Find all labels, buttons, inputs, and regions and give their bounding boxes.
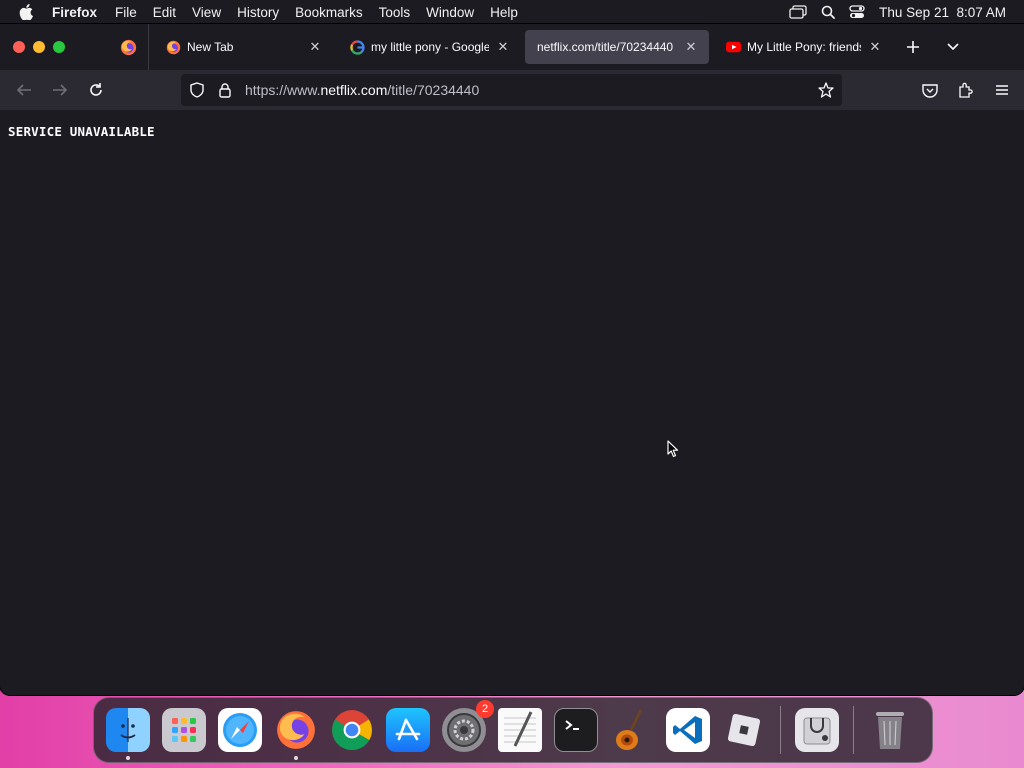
- dock-garageband[interactable]: [606, 702, 658, 758]
- spotlight-search-icon[interactable]: [821, 5, 836, 19]
- tracking-protection-shield-icon[interactable]: [183, 82, 211, 98]
- menu-history[interactable]: History: [229, 5, 287, 20]
- maximize-window-button[interactable]: [53, 41, 65, 53]
- app-store-icon: [386, 708, 430, 752]
- menu-edit[interactable]: Edit: [145, 5, 184, 20]
- dock: 2: [93, 697, 933, 763]
- disk-utility-stethoscope-icon: [795, 708, 839, 752]
- pocket-icon: [922, 83, 938, 98]
- dock-vscode[interactable]: [662, 702, 714, 758]
- firefox-icon: [274, 708, 318, 752]
- address-bar[interactable]: https://www.netflix.com/title/70234440: [181, 74, 842, 106]
- dock-separator: [780, 706, 781, 754]
- browser-window: New Tab ✕ my little pony - Google Search…: [0, 24, 1024, 695]
- page-content: SERVICE UNAVAILABLE: [0, 110, 1024, 695]
- tab-netflix-active[interactable]: netflix.com/title/70234440 ✕: [525, 30, 709, 64]
- tab-google-search[interactable]: my little pony - Google Search ✕: [337, 30, 521, 64]
- tab-title: My Little Pony: friendship: [747, 40, 861, 54]
- dock-terminal[interactable]: [550, 702, 602, 758]
- menubar-clock[interactable]: Thu Sep 21 8:07 AM: [879, 5, 1006, 20]
- roblox-icon: [722, 708, 766, 752]
- dock-textedit[interactable]: [494, 702, 546, 758]
- safari-compass-icon: [218, 708, 262, 752]
- close-window-button[interactable]: [13, 41, 25, 53]
- textedit-icon: [498, 708, 542, 752]
- google-icon: [349, 39, 365, 55]
- list-all-tabs-button[interactable]: [933, 42, 973, 52]
- close-tab-icon[interactable]: ✕: [683, 39, 699, 55]
- dock-chrome[interactable]: [326, 702, 378, 758]
- menu-file[interactable]: File: [107, 5, 145, 20]
- vscode-icon: [666, 708, 710, 752]
- menu-app-name[interactable]: Firefox: [52, 5, 107, 20]
- screen-mirroring-icon[interactable]: [789, 5, 807, 19]
- youtube-icon: [725, 39, 741, 55]
- terminal-icon: [554, 708, 598, 752]
- close-tab-icon[interactable]: ✕: [867, 39, 883, 55]
- pocket-button[interactable]: [914, 74, 946, 106]
- dock-app-store[interactable]: [382, 702, 434, 758]
- mouse-cursor-icon: [667, 440, 679, 458]
- guitar-icon: [610, 708, 654, 752]
- menu-window[interactable]: Window: [418, 5, 482, 20]
- navigation-toolbar: https://www.netflix.com/title/70234440: [0, 70, 1024, 110]
- tab-title: New Tab: [187, 40, 234, 54]
- puzzle-piece-icon: [959, 82, 973, 98]
- back-arrow-icon: [16, 84, 31, 96]
- finder-icon: [106, 708, 150, 752]
- url-path: /title/70234440: [387, 82, 480, 98]
- menu-bookmarks[interactable]: Bookmarks: [287, 5, 371, 20]
- dock-separator: [853, 706, 854, 754]
- trash-icon: [868, 708, 912, 752]
- dock-safari[interactable]: [214, 702, 266, 758]
- bookmark-star-icon[interactable]: [810, 82, 842, 98]
- back-button[interactable]: [6, 74, 42, 106]
- notification-badge: 2: [476, 700, 494, 718]
- url-domain: netflix.com: [320, 82, 388, 98]
- dock-roblox[interactable]: [718, 702, 770, 758]
- dock-finder[interactable]: [102, 702, 154, 760]
- window-controls: [0, 41, 108, 53]
- close-tab-icon[interactable]: ✕: [495, 39, 511, 55]
- error-message: SERVICE UNAVAILABLE: [8, 124, 155, 139]
- tab-strip: New Tab ✕ my little pony - Google Search…: [0, 24, 1024, 70]
- tab-new-tab[interactable]: New Tab ✕: [153, 30, 333, 64]
- url-text[interactable]: https://www.netflix.com/title/70234440: [245, 82, 479, 98]
- menu-tools[interactable]: Tools: [371, 5, 419, 20]
- launchpad-icon: [162, 708, 206, 752]
- apple-menu-icon[interactable]: [0, 4, 52, 20]
- menu-help[interactable]: Help: [482, 5, 526, 20]
- lock-icon[interactable]: [211, 82, 239, 98]
- tab-title: my little pony - Google Search: [371, 40, 489, 54]
- control-center-icon[interactable]: [849, 5, 865, 19]
- firefox-icon: [165, 39, 181, 55]
- reload-button[interactable]: [78, 74, 114, 106]
- url-prefix: https://www.: [245, 82, 321, 98]
- hamburger-menu-icon: [996, 85, 1008, 95]
- reload-icon: [90, 83, 102, 96]
- tab-title: netflix.com/title/70234440: [537, 40, 674, 54]
- forward-arrow-icon: [53, 84, 68, 96]
- pinned-tab-firefox[interactable]: [108, 24, 148, 70]
- dock-firefox[interactable]: [270, 702, 322, 760]
- firefox-icon: [120, 39, 136, 55]
- menu-bar: Firefox File Edit View History Bookmarks…: [0, 0, 1024, 24]
- chrome-icon: [330, 708, 374, 752]
- dock-launchpad[interactable]: [158, 702, 210, 758]
- close-tab-icon[interactable]: ✕: [307, 39, 323, 55]
- plus-icon: [907, 41, 919, 53]
- forward-button[interactable]: [42, 74, 78, 106]
- menu-view[interactable]: View: [184, 5, 229, 20]
- tab-youtube[interactable]: My Little Pony: friendship ✕: [713, 30, 893, 64]
- dock-disk-utility[interactable]: [791, 702, 843, 758]
- app-menu-button[interactable]: [986, 74, 1018, 106]
- new-tab-button[interactable]: [893, 40, 933, 54]
- dock-system-settings[interactable]: 2: [438, 700, 494, 758]
- extensions-button[interactable]: [950, 74, 982, 106]
- minimize-window-button[interactable]: [33, 41, 45, 53]
- tab-divider: [148, 24, 149, 70]
- toolbar-right: [914, 74, 1018, 106]
- chevron-down-icon: [947, 43, 959, 51]
- dock-trash[interactable]: [864, 702, 916, 758]
